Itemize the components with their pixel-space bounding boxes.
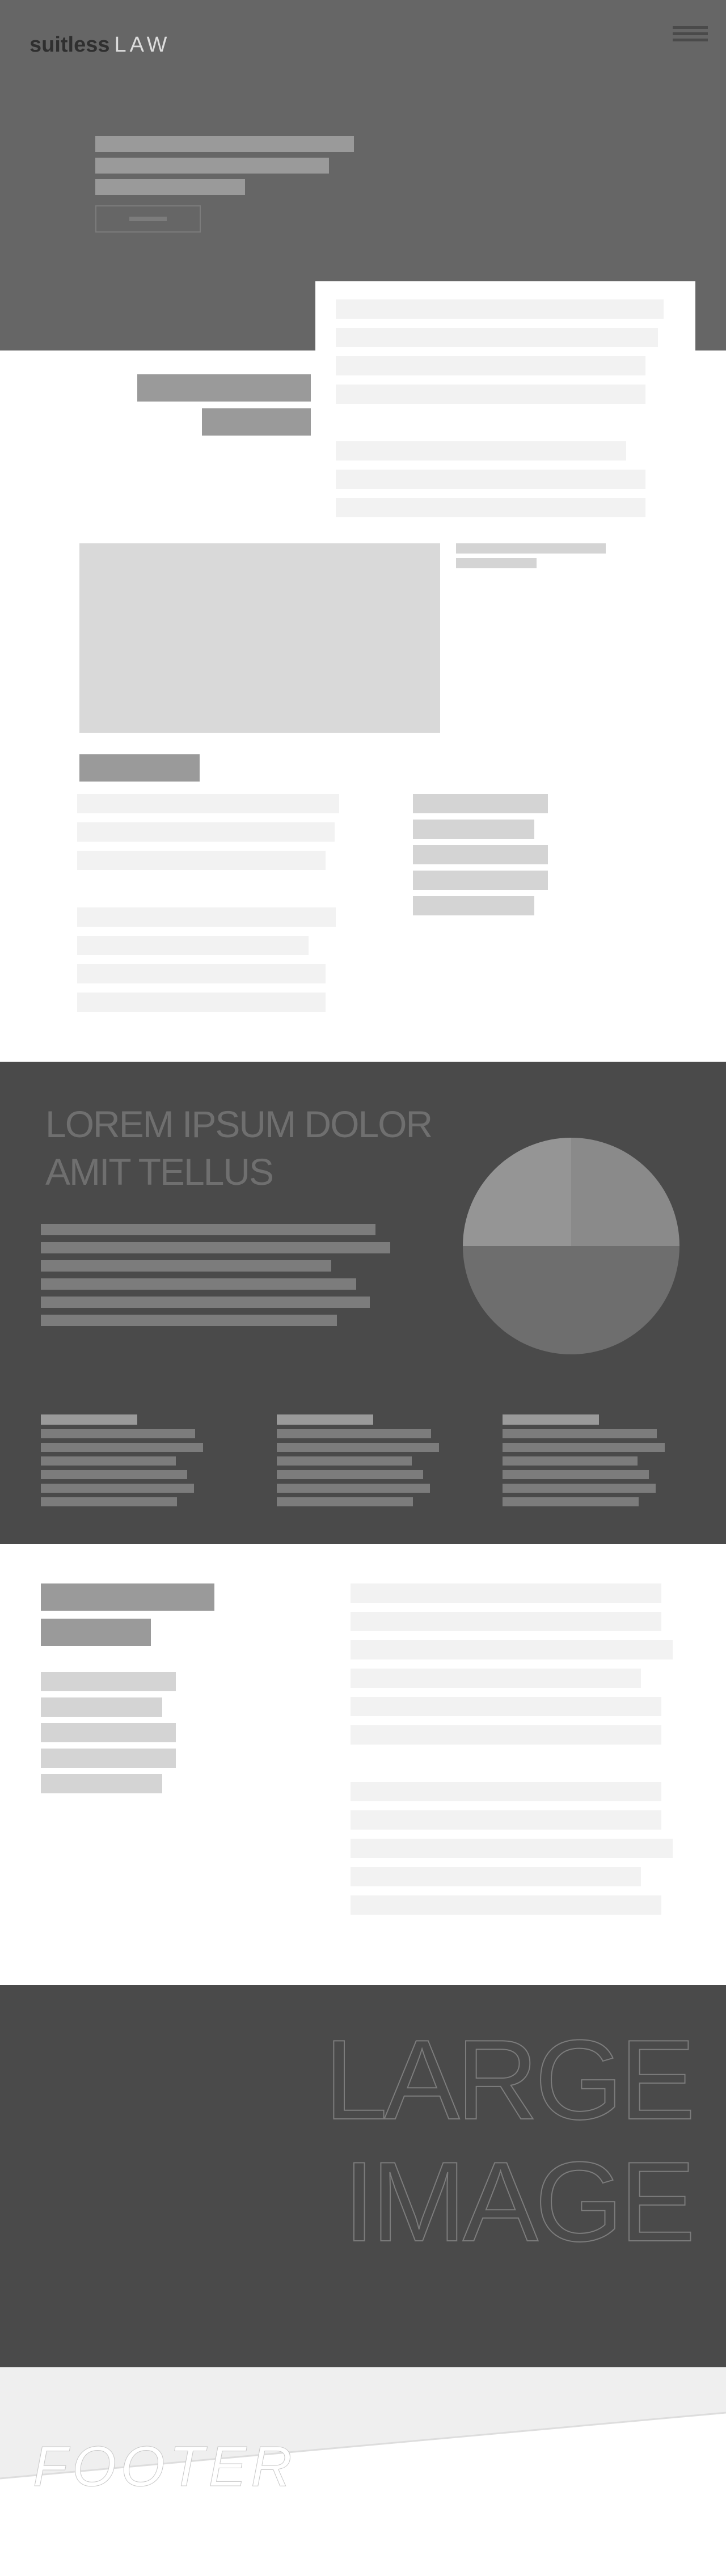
brand-logo[interactable]: suitless LAW (29, 33, 170, 57)
body-text-line (77, 907, 336, 927)
intro-text-line (336, 356, 645, 375)
column-text-line (277, 1443, 439, 1452)
body-text-line (351, 1810, 661, 1830)
section-heading-line (41, 1619, 151, 1646)
column-text-line (41, 1470, 187, 1479)
body-text-line (351, 1895, 661, 1915)
column-text-line (503, 1443, 665, 1452)
column-text-line (503, 1497, 639, 1506)
list-item[interactable] (413, 871, 548, 890)
image-placeholder (79, 543, 440, 733)
feature-text-line (41, 1260, 331, 1272)
column-text-line (277, 1484, 430, 1493)
feature-text-line (41, 1224, 375, 1235)
column-text-line (41, 1443, 203, 1452)
menu-line (673, 26, 708, 29)
intro-text-line (336, 385, 645, 404)
column-text-line (41, 1456, 176, 1466)
pie-slice (571, 1138, 679, 1246)
column-text-line (41, 1429, 195, 1438)
hero-cta-button-label (129, 217, 167, 221)
brand-name-bold: suitless (29, 33, 110, 57)
pie-chart-icon (463, 1138, 679, 1354)
body-text-line (77, 851, 326, 870)
column-text-line (41, 1497, 177, 1506)
intro-text-line (336, 498, 645, 517)
body-text-line (351, 1640, 673, 1659)
column-text-line (41, 1484, 194, 1493)
list-item[interactable] (41, 1723, 176, 1742)
body-text-line (351, 1725, 661, 1745)
footer-label: FOOTER (33, 2435, 297, 2499)
body-text-line (77, 794, 339, 813)
body-text-line (351, 1583, 661, 1603)
body-text-line (351, 1612, 661, 1631)
section-heading-line (41, 1583, 214, 1611)
list-item[interactable] (413, 794, 548, 813)
list-item[interactable] (413, 896, 534, 915)
intro-card (315, 281, 695, 531)
large-image-label: LARGE IMAGE (324, 2017, 696, 2265)
feature-text-line (41, 1315, 337, 1326)
intro-text-line (336, 441, 626, 461)
section-heading-line (137, 374, 311, 402)
hero-headline-line (95, 158, 329, 174)
list-item[interactable] (41, 1774, 162, 1793)
pie-slice (463, 1138, 571, 1246)
body-text-line (77, 964, 326, 983)
brand-name-light: LAW (114, 33, 171, 57)
list-item[interactable] (413, 845, 548, 864)
column-heading (277, 1414, 373, 1425)
body-text-line (77, 993, 326, 1012)
column-heading (503, 1414, 599, 1425)
section-heading-line (202, 408, 311, 436)
column-text-line (503, 1470, 649, 1479)
list-item[interactable] (413, 820, 534, 839)
hero-headline-line (95, 136, 354, 152)
column-text-line (503, 1429, 657, 1438)
column-text-line (503, 1484, 656, 1493)
feature-title: LOREM IPSUM DOLOR AMIT TELLUS (45, 1103, 433, 1193)
list-item[interactable] (41, 1672, 176, 1691)
column-text-line (277, 1497, 413, 1506)
hero-headline-line (95, 179, 245, 195)
image-caption-line (456, 543, 606, 554)
subheading (79, 754, 200, 782)
menu-line (673, 32, 708, 35)
column-text-line (277, 1429, 431, 1438)
body-text-line (351, 1669, 641, 1688)
body-text-line (351, 1697, 661, 1716)
hamburger-menu-icon[interactable] (673, 24, 708, 44)
image-caption-line (456, 558, 537, 568)
column-text-line (277, 1456, 412, 1466)
feature-text-line (41, 1297, 370, 1308)
list-item[interactable] (41, 1697, 162, 1717)
body-text-line (77, 822, 335, 842)
intro-text-line (336, 470, 645, 489)
pie-slice (463, 1246, 679, 1354)
body-text-line (351, 1782, 661, 1801)
menu-line (673, 39, 708, 41)
intro-text-line (336, 299, 664, 319)
feature-text-line (41, 1242, 390, 1253)
column-heading (41, 1414, 137, 1425)
intro-text-line (336, 328, 658, 347)
feature-text-line (41, 1278, 356, 1290)
column-text-line (277, 1470, 423, 1479)
body-text-line (351, 1839, 673, 1858)
list-item[interactable] (41, 1749, 176, 1768)
column-text-line (503, 1456, 638, 1466)
body-text-line (351, 1867, 641, 1886)
body-text-line (77, 936, 309, 955)
